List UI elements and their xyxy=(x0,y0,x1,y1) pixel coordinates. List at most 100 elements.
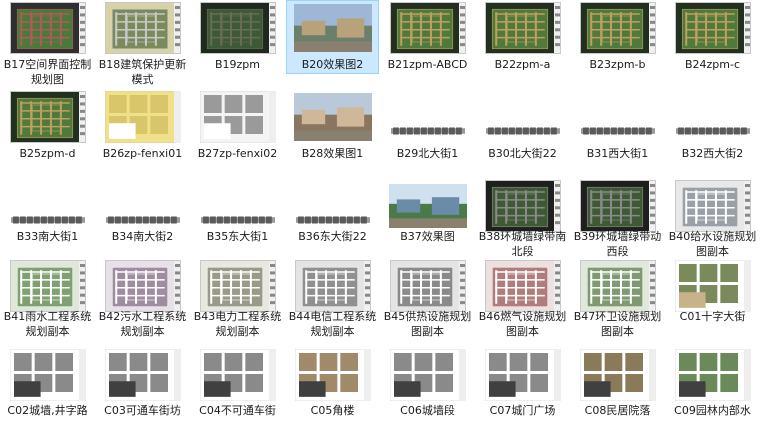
file-item[interactable]: C05角楼 xyxy=(285,347,380,431)
file-item[interactable]: B24zpm-c xyxy=(665,0,760,89)
file-item[interactable]: B47环卫设施规划图副本 xyxy=(570,258,665,347)
file-name-label[interactable]: B46燃气设施规划图副本 xyxy=(475,309,570,339)
file-thumbnail[interactable] xyxy=(199,2,276,54)
file-item[interactable]: B34南大街2 xyxy=(95,178,190,267)
file-name-label[interactable]: B23zpm-b xyxy=(570,57,665,72)
file-thumbnail[interactable] xyxy=(8,212,87,226)
file-thumbnail[interactable] xyxy=(579,349,656,401)
file-item[interactable]: B35东大街1 xyxy=(190,178,285,267)
file-item[interactable]: B30北大街22 xyxy=(475,89,570,178)
file-thumbnail[interactable] xyxy=(483,123,562,137)
file-thumbnail[interactable] xyxy=(484,180,561,232)
file-item[interactable]: B46燃气设施规划图副本 xyxy=(475,258,570,347)
file-name-label[interactable]: B26zp-fenxi01 xyxy=(95,146,190,161)
file-name-label[interactable]: B42污水工程系统规划副本 xyxy=(95,309,190,339)
file-item[interactable]: B41雨水工程系统规划副本 xyxy=(0,258,95,347)
file-name-label[interactable]: B31西大街1 xyxy=(570,146,665,161)
file-item[interactable]: B25zpm-d xyxy=(0,89,95,178)
file-thumbnail[interactable] xyxy=(103,212,182,226)
file-item[interactable]: B22zpm-a xyxy=(475,0,570,89)
file-name-label[interactable]: B24zpm-c xyxy=(665,57,760,72)
file-thumbnail[interactable] xyxy=(484,349,561,401)
file-item[interactable]: C02城墙,井字路 xyxy=(0,347,95,431)
file-thumbnail[interactable] xyxy=(198,212,277,226)
file-name-label[interactable]: B47环卫设施规划图副本 xyxy=(570,309,665,339)
file-item[interactable]: B19zpm xyxy=(190,0,285,89)
file-name-label[interactable]: B25zpm-d xyxy=(0,146,95,161)
file-thumbnail[interactable] xyxy=(674,260,751,312)
file-item[interactable]: B21zpm-ABCD xyxy=(380,0,475,89)
file-item[interactable]: B37效果图 xyxy=(380,178,475,267)
file-thumbnail[interactable] xyxy=(389,2,466,54)
file-item[interactable]: B26zp-fenxi01 xyxy=(95,89,190,178)
file-thumbnail[interactable] xyxy=(104,260,181,312)
file-thumbnail[interactable] xyxy=(674,349,751,401)
file-name-label[interactable]: C05角楼 xyxy=(285,403,380,418)
file-name-label[interactable]: B35东大街1 xyxy=(190,229,285,244)
file-name-label[interactable]: B44电信工程系统规划副本 xyxy=(285,309,380,339)
file-thumbnail[interactable] xyxy=(579,2,656,54)
file-thumbnail[interactable] xyxy=(388,123,467,137)
file-thumbnail[interactable] xyxy=(9,91,86,143)
file-thumbnail[interactable] xyxy=(294,349,371,401)
file-thumbnail[interactable] xyxy=(673,123,752,137)
file-item[interactable]: B31西大街1 xyxy=(570,89,665,178)
file-item[interactable]: B29北大街1 xyxy=(380,89,475,178)
file-name-label[interactable]: C04不可通车街 xyxy=(190,403,285,418)
file-item[interactable]: B33南大街1 xyxy=(0,178,95,267)
file-thumbnail[interactable] xyxy=(9,2,86,54)
file-name-label[interactable]: B18建筑保护更新模式 xyxy=(95,57,190,87)
file-name-label[interactable]: C08民居院落 xyxy=(570,403,665,418)
file-name-label[interactable]: B32西大街2 xyxy=(665,146,760,161)
file-thumbnail[interactable] xyxy=(389,260,466,312)
file-thumbnail[interactable] xyxy=(104,2,181,54)
file-thumbnail[interactable] xyxy=(674,180,751,232)
file-item[interactable]: C09园林内部水 xyxy=(665,347,760,431)
file-thumbnail[interactable] xyxy=(104,91,181,143)
file-item[interactable]: B28效果图1 xyxy=(285,89,380,178)
file-name-label[interactable]: B41雨水工程系统规划副本 xyxy=(0,309,95,339)
file-item[interactable]: C07城门广场 xyxy=(475,347,570,431)
file-name-label[interactable]: B22zpm-a xyxy=(475,57,570,72)
file-item[interactable]: C04不可通车街 xyxy=(190,347,285,431)
file-name-label[interactable]: B28效果图1 xyxy=(285,146,380,161)
file-item[interactable]: B18建筑保护更新模式 xyxy=(95,0,190,89)
file-thumbnail[interactable] xyxy=(579,260,656,312)
file-name-label[interactable]: C01十字大街 xyxy=(665,309,760,324)
file-name-label[interactable]: B40给水设施规划图副本 xyxy=(665,229,760,259)
file-name-label[interactable]: B19zpm xyxy=(190,57,285,72)
file-name-label[interactable]: B21zpm-ABCD xyxy=(380,57,475,72)
file-thumbnail[interactable] xyxy=(199,91,276,143)
file-name-label[interactable]: B37效果图 xyxy=(380,229,475,244)
file-thumbnail[interactable] xyxy=(294,260,371,312)
file-item[interactable]: B40给水设施规划图副本 xyxy=(665,178,760,267)
file-item[interactable]: B42污水工程系统规划副本 xyxy=(95,258,190,347)
file-name-label[interactable]: B27zp-fenxi02 xyxy=(190,146,285,161)
file-thumbnail[interactable] xyxy=(578,123,657,137)
file-name-label[interactable]: B45供热设施规划图副本 xyxy=(380,309,475,339)
file-name-label[interactable]: B38环城墙绿带南北段 xyxy=(475,229,570,259)
file-name-label[interactable]: B36东大街22 xyxy=(285,229,380,244)
file-thumbnail[interactable] xyxy=(484,260,561,312)
file-name-label[interactable]: B33南大街1 xyxy=(0,229,95,244)
file-item[interactable]: C08民居院落 xyxy=(570,347,665,431)
file-name-label[interactable]: B34南大街2 xyxy=(95,229,190,244)
file-thumbnail[interactable] xyxy=(674,2,751,54)
file-item[interactable]: B20效果图2 xyxy=(285,0,380,89)
file-thumbnail[interactable] xyxy=(199,260,276,312)
file-item[interactable]: C01十字大街 xyxy=(665,258,760,347)
file-thumbnail[interactable] xyxy=(9,349,86,401)
file-name-label[interactable]: C06城墙段 xyxy=(380,403,475,418)
file-name-label[interactable]: B39环城墙绿带动西段 xyxy=(570,229,665,259)
file-item[interactable]: B32西大街2 xyxy=(665,89,760,178)
file-thumbnail[interactable] xyxy=(293,212,372,226)
file-thumbnail[interactable] xyxy=(293,4,372,52)
file-thumbnail[interactable] xyxy=(9,260,86,312)
file-name-label[interactable]: C09园林内部水 xyxy=(665,403,760,418)
file-thumbnail[interactable] xyxy=(388,184,467,228)
file-item[interactable]: B27zp-fenxi02 xyxy=(190,89,285,178)
file-thumbnail[interactable] xyxy=(104,349,181,401)
file-name-label[interactable]: B43电力工程系统规划副本 xyxy=(190,309,285,339)
file-item[interactable]: B17空间界面控制规划图 xyxy=(0,0,95,89)
file-item[interactable]: C06城墙段 xyxy=(380,347,475,431)
